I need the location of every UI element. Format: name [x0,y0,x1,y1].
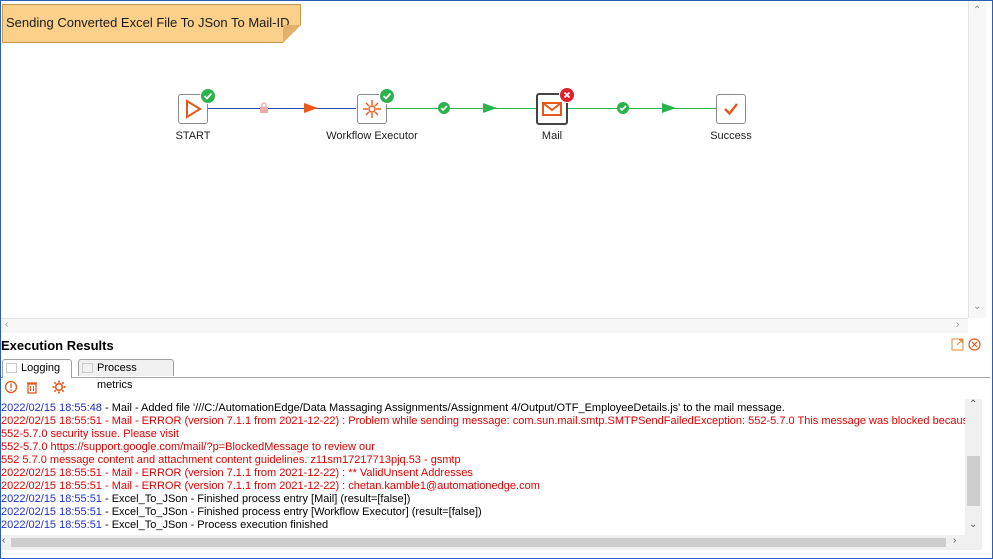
canvas-vertical-scrollbar[interactable]: ⌃ ⌄ [968,1,986,318]
log-text-area[interactable]: 2022/02/15 18:55:48 - Mail - Added file … [1,399,965,535]
node-label-workflow-executor: Workflow Executor [326,130,418,142]
scroll-right-arrow-icon[interactable]: › [953,535,956,546]
hop-workflow-to-mail[interactable] [387,108,537,109]
node-label-start: START [175,130,211,142]
log-settings-icon[interactable] [52,380,66,394]
tab-process-metrics[interactable]: Process metrics [78,359,174,391]
log-line: 2022/02/15 18:55:51 - Mail - ERROR (vers… [1,415,965,427]
log-line: 2022/02/15 18:55:51 - Excel_To_JSon - Fi… [1,506,482,518]
log-vertical-scroll-thumb[interactable] [967,456,980,506]
node-label-mail: Mail [541,130,563,142]
log-line: 2022/02/15 18:55:48 - Mail - Added file … [1,402,785,414]
scroll-left-arrow-icon[interactable]: ‹ [2,535,5,546]
tab-logging[interactable]: Logging [2,359,72,378]
workflow-note[interactable]: Sending Converted Excel File To JSon To … [2,4,301,43]
maximize-panel-icon[interactable] [951,338,964,351]
close-panel-icon[interactable] [968,338,981,351]
log-line: 552 5.7.0 message content and attachment… [1,454,461,466]
log-line: 2022/02/15 18:55:51 - Excel_To_JSon - Pr… [1,519,329,531]
scroll-left-arrow-icon[interactable]: ‹ [5,319,8,330]
scroll-down-arrow-icon[interactable]: ⌄ [969,519,977,530]
clear-log-icon[interactable] [25,380,39,394]
workflow-canvas[interactable]: Sending Converted Excel File To JSon To … [1,1,968,318]
node-label-success: Success [710,130,752,142]
note-fold-corner [283,25,301,43]
log-horizontal-scroll-thumb[interactable] [11,538,946,547]
execution-results-tabs: Logging Process metrics [1,358,990,391]
log-line: 2022/02/15 18:55:51 - Excel_To_JSon - Fi… [1,493,411,505]
checkmark-icon [724,103,738,116]
error-x-icon [559,87,575,103]
lock-icon [260,102,268,113]
hop-arrow-2 [483,103,497,113]
stop-log-icon[interactable] [4,380,18,394]
hop-mail-to-success[interactable] [568,108,716,109]
workflow-note-text: Sending Converted Excel File To JSon To … [6,15,290,30]
scroll-down-arrow-icon[interactable]: ⌄ [973,301,981,312]
logging-tab-icon [6,363,17,373]
log-toolbar [1,378,101,396]
execution-results-header: Execution Results [1,334,990,356]
log-line: 2022/02/15 18:55:51 - Mail - ERROR (vers… [1,480,540,492]
log-line: 2022/02/15 18:55:51 - Mail - ERROR (vers… [1,467,473,479]
success-check-icon [379,88,395,104]
node-success[interactable] [716,94,746,124]
hop-arrow-3 [662,103,676,113]
scroll-right-arrow-icon[interactable]: › [956,319,959,330]
hop-success-check-icon [617,102,629,114]
scrollbar-corner [965,535,982,550]
hop-arrow-1 [304,103,318,113]
log-line: 552-5.7.0 https://support.google.com/mai… [1,441,375,453]
execution-results-title: Execution Results [1,338,114,353]
hop-success-check-icon [438,102,450,114]
log-vertical-scrollbar[interactable]: ⌃ ⌄ [965,399,982,535]
success-check-icon [200,88,216,104]
log-horizontal-scrollbar[interactable]: ‹ › [1,535,965,550]
tab-logging-label: Logging [21,362,61,374]
log-line: 552-5.7.0 security issue. Please visit [1,428,179,440]
hop-start-to-workflow[interactable] [208,108,356,109]
metrics-grid-icon [82,363,93,373]
scroll-up-arrow-icon[interactable]: ⌃ [969,399,977,410]
scroll-up-arrow-icon[interactable]: ⌃ [973,5,981,16]
canvas-horizontal-scrollbar[interactable]: ‹ › [1,318,968,333]
tab-process-metrics-label: Process metrics [97,362,137,391]
